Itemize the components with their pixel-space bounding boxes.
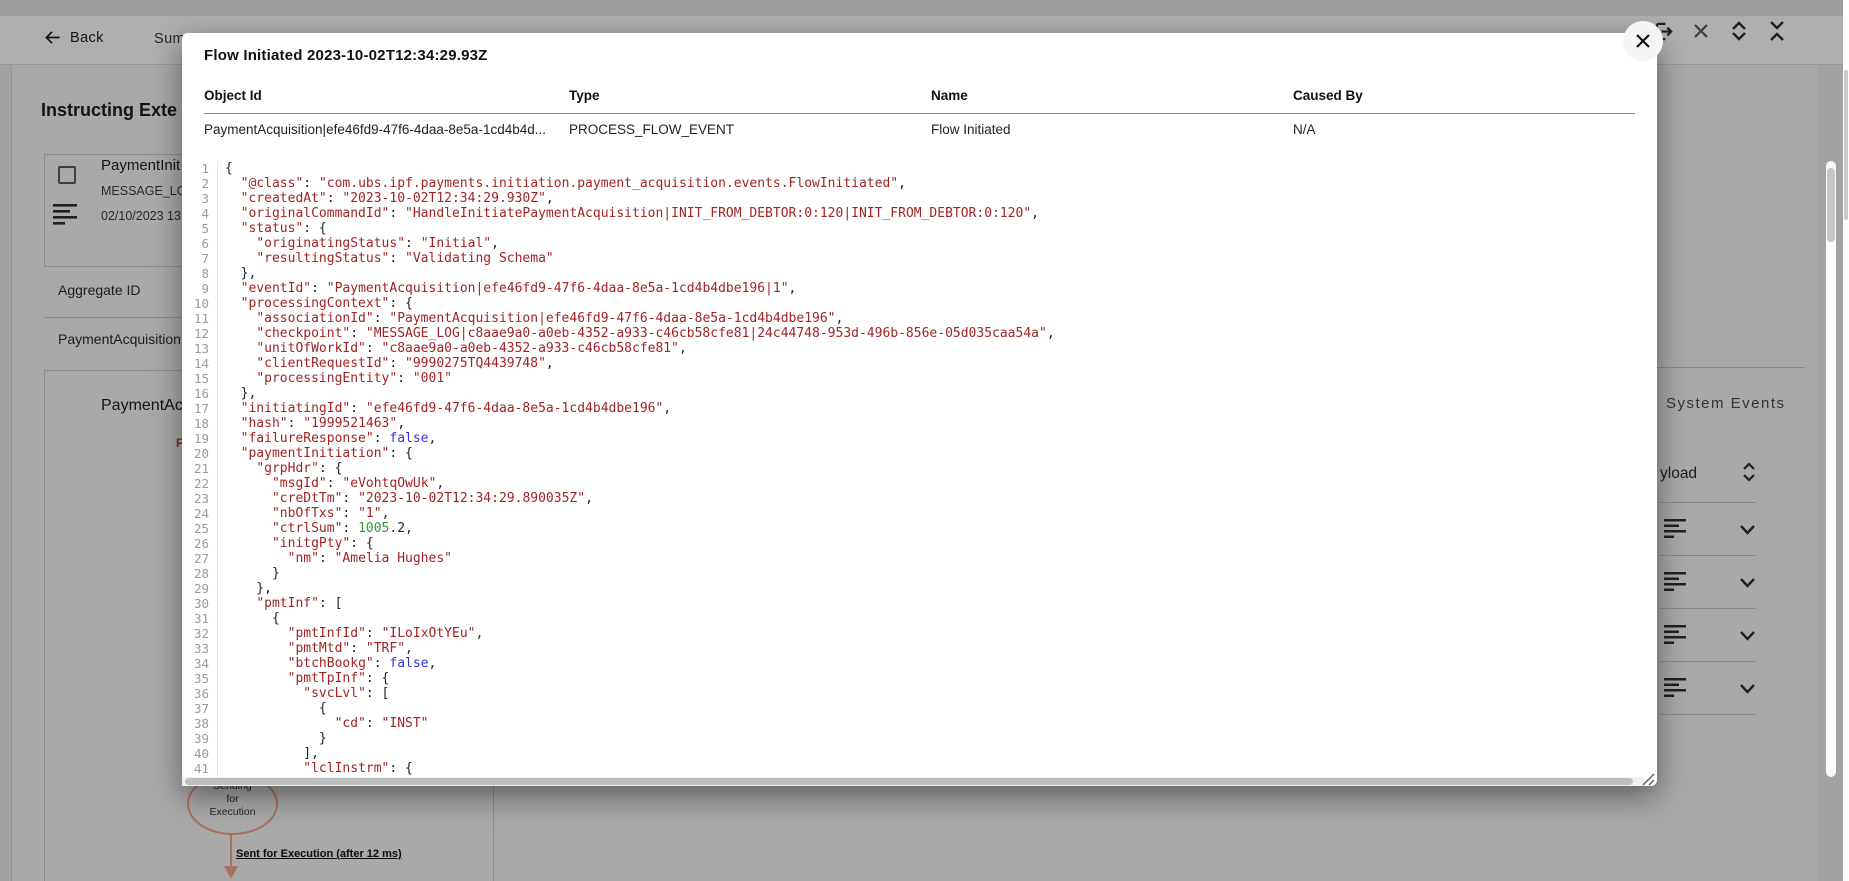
event-table-headers: Object Id Type Name Caused By [204,88,1635,114]
table-cell: Flow Initiated [931,122,1011,137]
column-header: Type [569,88,600,103]
column-header: Object Id [204,88,262,103]
line-numbers: 1 2 3 4 5 6 7 8 9 10 11 12 13 14 15 16 17 18 19 20 21 22 23 24 2… [182,161,218,777]
close-icon [1633,31,1653,51]
table-cell: PROCESS_FLOW_EVENT [569,122,735,137]
app-root: Back Sum Instructing Exte PaymentInit ME… [0,0,1849,881]
browser-scrollbar-thumb[interactable] [1844,70,1848,220]
column-header: Name [931,88,968,103]
horizontal-scrollbar-thumb[interactable] [185,778,1633,785]
table-cell: PaymentAcquisition|efe46fd9-47f6-4daa-8e… [204,122,546,137]
dialog-title: Flow Initiated 2023-10-02T12:34:29.93Z [204,47,488,64]
resize-handle-icon[interactable] [1642,773,1655,786]
code-content: { "@class": "com.ubs.ipf.payments.initia… [225,161,1055,776]
vertical-scrollbar-thumb[interactable] [1827,168,1835,242]
dialog-close-button[interactable] [1623,21,1663,61]
table-cell: N/A [1293,122,1316,137]
event-table-row: PaymentAcquisition|efe46fd9-47f6-4daa-8e… [204,122,1635,137]
column-header: Caused By [1293,88,1363,103]
vertical-scrollbar-track [1826,161,1836,777]
json-viewer[interactable]: 1 2 3 4 5 6 7 8 9 10 11 12 13 14 15 16 17 18 19 20 21 22 23 24 2… [182,161,1644,777]
event-detail-dialog: Flow Initiated 2023-10-02T12:34:29.93Z O… [182,21,1836,786]
